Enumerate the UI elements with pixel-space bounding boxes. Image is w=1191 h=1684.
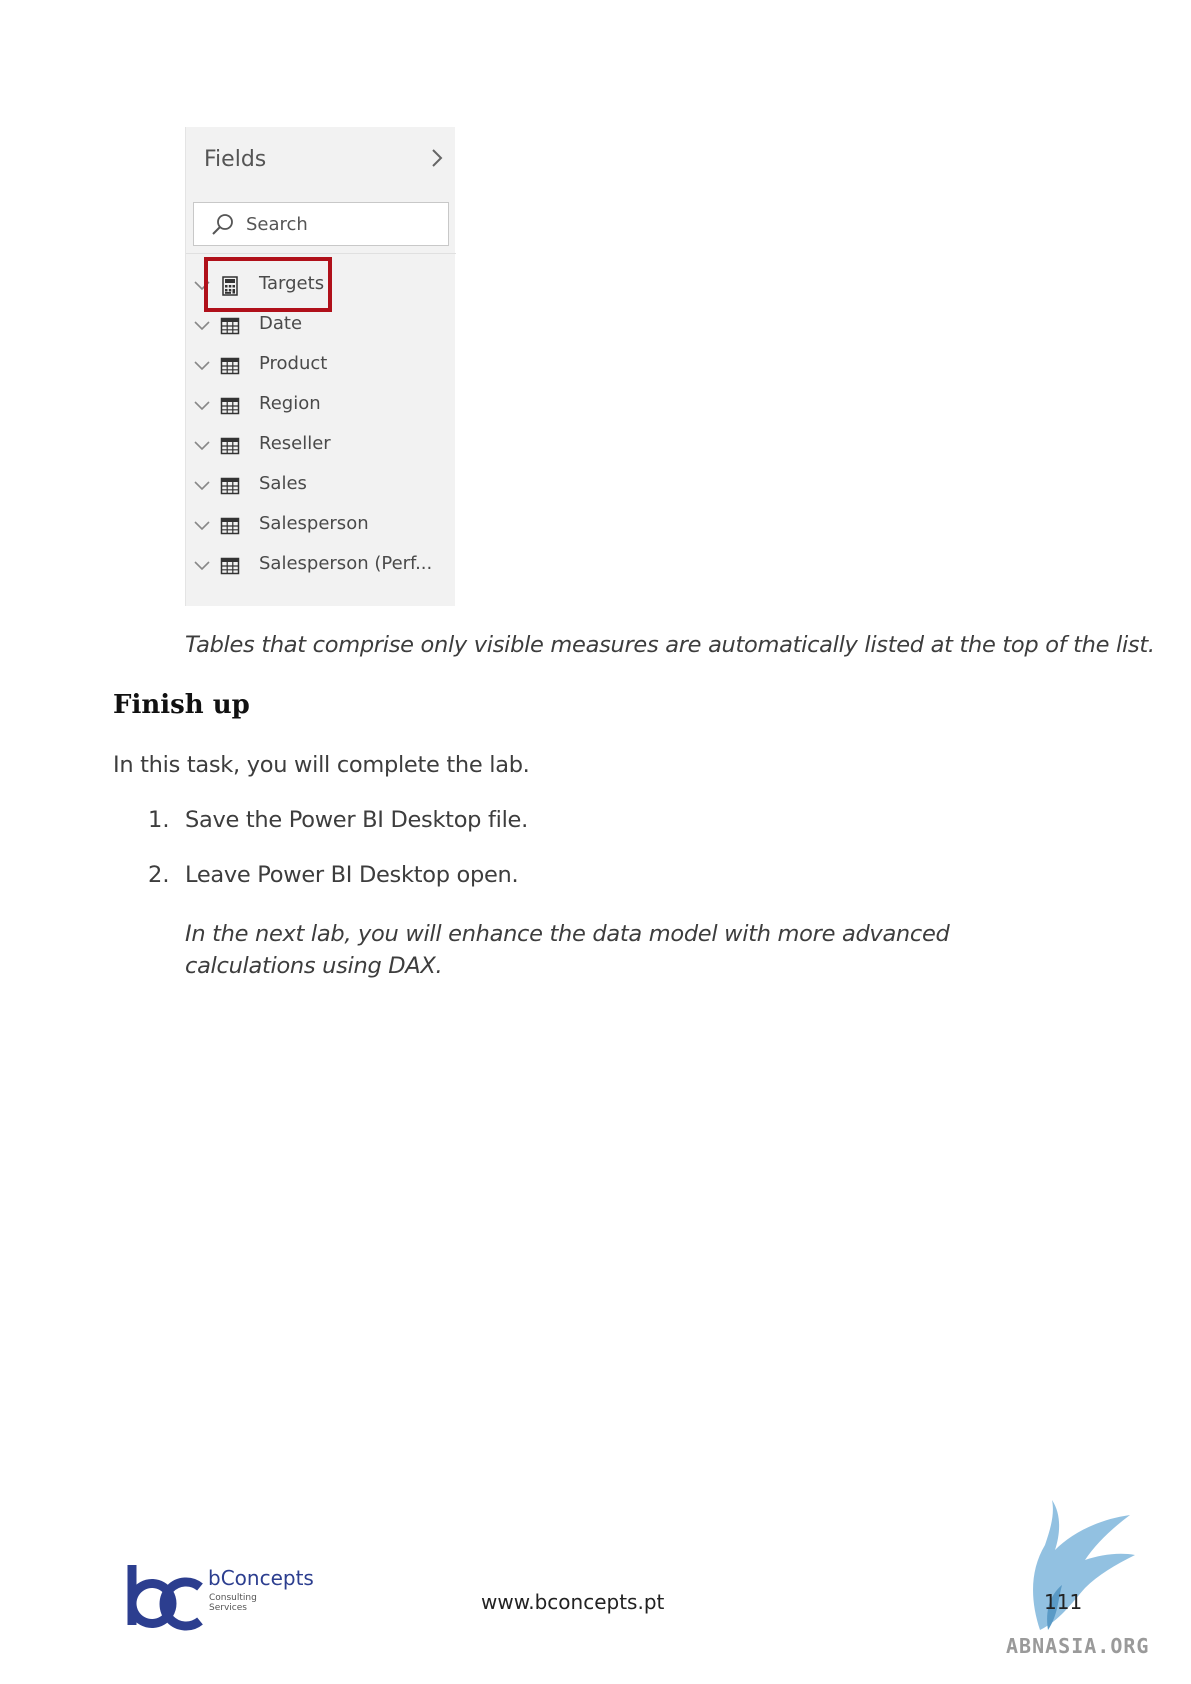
field-item-date[interactable]: Date xyxy=(186,307,456,347)
search-icon xyxy=(212,214,233,235)
fields-pane: Fields Search Targets Date Product Regio… xyxy=(185,127,456,606)
bird-logo xyxy=(1033,1500,1135,1630)
chevron-down-icon[interactable] xyxy=(192,476,212,496)
chevron-right-icon[interactable] xyxy=(426,145,448,171)
field-item-region[interactable]: Region xyxy=(186,387,456,427)
chevron-down-icon[interactable] xyxy=(192,396,212,416)
field-item-label: Salesperson xyxy=(259,513,369,534)
field-item-salesperson-perf[interactable]: Salesperson (Perf... xyxy=(186,547,456,587)
field-item-product[interactable]: Product xyxy=(186,347,456,387)
chevron-down-icon[interactable] xyxy=(192,316,212,336)
table-icon xyxy=(220,317,240,335)
table-icon xyxy=(220,437,240,455)
field-item-label: Salesperson (Perf... xyxy=(259,553,433,574)
highlight-box xyxy=(204,257,332,312)
logo-subtitle-line: Services xyxy=(209,1603,247,1613)
field-item-sales[interactable]: Sales xyxy=(186,467,456,507)
watermark: ABNASIA.ORG xyxy=(1006,1634,1150,1658)
chevron-down-icon[interactable] xyxy=(192,516,212,536)
section-heading: Finish up xyxy=(113,690,250,720)
intro-paragraph: In this task, you will complete the lab. xyxy=(113,752,530,778)
website-link: www.bconcepts.pt xyxy=(481,1590,665,1614)
field-item-reseller[interactable]: Reseller xyxy=(186,427,456,467)
step-number: 1. xyxy=(148,807,170,833)
step-text: Save the Power BI Desktop file. xyxy=(185,807,528,833)
field-item-label: Date xyxy=(259,313,303,334)
table-icon xyxy=(220,557,240,575)
step-number: 2. xyxy=(148,862,170,888)
logo-subtitle-line: Consulting xyxy=(209,1593,257,1603)
table-icon xyxy=(220,477,240,495)
search-placeholder: Search xyxy=(246,214,308,235)
fields-title: Fields xyxy=(204,147,267,172)
page-number: 111 xyxy=(1044,1590,1083,1614)
divider xyxy=(186,253,456,254)
logo-subtitle: Consulting Services xyxy=(209,1593,257,1613)
field-item-label: Region xyxy=(259,393,321,414)
field-item-label: Sales xyxy=(259,473,307,494)
search-input[interactable]: Search xyxy=(193,202,449,246)
field-item-label: Product xyxy=(259,353,328,374)
table-icon xyxy=(220,357,240,375)
figure-caption: Tables that comprise only visible measur… xyxy=(185,632,1155,658)
note-paragraph: In the next lab, you will enhance the da… xyxy=(185,921,950,979)
step-text: Leave Power BI Desktop open. xyxy=(185,862,519,888)
table-icon xyxy=(220,397,240,415)
chevron-down-icon[interactable] xyxy=(192,436,212,456)
field-item-label: Reseller xyxy=(259,433,331,454)
logo-name: bConcepts xyxy=(208,1566,314,1590)
table-icon xyxy=(220,517,240,535)
chevron-down-icon[interactable] xyxy=(192,556,212,576)
chevron-down-icon[interactable] xyxy=(192,356,212,376)
field-item-salesperson[interactable]: Salesperson xyxy=(186,507,456,547)
